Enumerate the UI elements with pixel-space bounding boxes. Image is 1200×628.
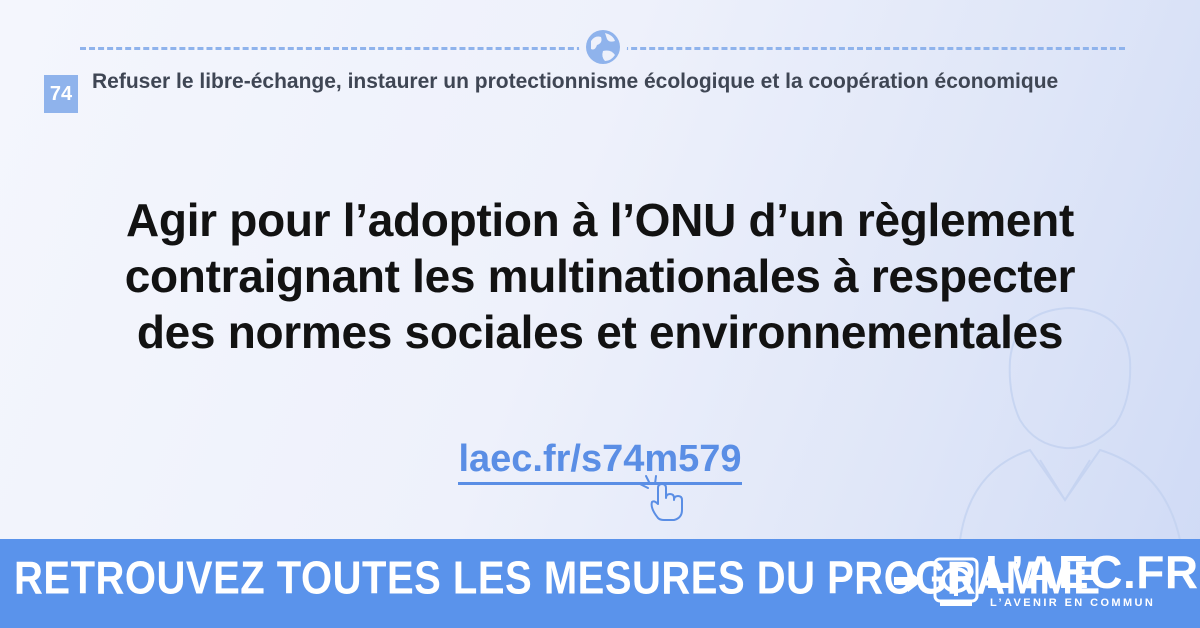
pointer-hand-icon (639, 475, 683, 521)
headline-line-2: contraignant les multinationales à respe… (124, 250, 1076, 302)
brand-logo-text: L’AEC.FR (985, 546, 1199, 598)
phi-logo-icon (933, 557, 979, 606)
arrow-right-icon (894, 570, 922, 592)
globe-icon (579, 23, 627, 71)
brand-tagline: L’AVENIR EN COMMUN (990, 597, 1156, 609)
footer-banner[interactable]: RETROUVEZ TOUTES LES MESURES DU PROGRAMM… (0, 539, 1200, 628)
headline-line-1: Agir pour l’adoption à l’ONU d’un règlem… (125, 194, 1074, 246)
headline-line-3: des normes sociales et environnementales (136, 306, 1064, 358)
measure-link[interactable]: laec.fr/s74m579 (458, 438, 742, 485)
measure-headline: Agir pour l’adoption à l’ONU d’un règlem… (40, 192, 1160, 360)
measure-link-container: laec.fr/s74m579 (0, 438, 1200, 485)
chapter-number-badge: 74 (44, 75, 78, 113)
chapter-title: Refuser le libre-échange, instaurer un p… (92, 70, 1059, 93)
